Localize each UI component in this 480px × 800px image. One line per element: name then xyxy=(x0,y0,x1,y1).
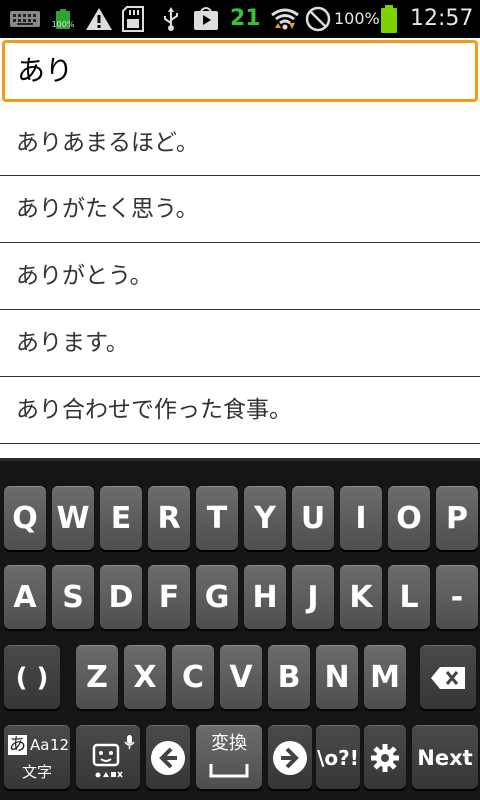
symbols-key[interactable]: \o?! xyxy=(316,725,360,789)
convert-space-key[interactable]: 変換 xyxy=(196,725,262,789)
keyboard: Q W E R T Y U I O P A S D F G H J K L - … xyxy=(0,458,480,800)
arrow-left-icon xyxy=(151,740,185,775)
key-g[interactable]: G xyxy=(196,565,238,629)
mode-alpha-label: Aa xyxy=(30,736,50,754)
space-icon xyxy=(209,764,249,778)
sd-card-icon xyxy=(120,6,146,32)
key-v[interactable]: V xyxy=(220,645,262,709)
cursor-left-key[interactable] xyxy=(146,725,190,789)
backspace-key[interactable] xyxy=(420,645,476,709)
wifi-icon xyxy=(270,6,300,32)
next-key[interactable]: Next xyxy=(412,725,478,789)
backspace-icon xyxy=(431,666,465,689)
suggestion-item[interactable]: あります。 xyxy=(0,310,480,377)
suggestion-item[interactable]: ありがとう。 xyxy=(0,243,480,310)
key-d[interactable]: D xyxy=(100,565,142,629)
input-mode-key[interactable]: あ Aa 12 文字 xyxy=(4,725,70,789)
search-input[interactable]: あり xyxy=(2,40,478,102)
status-time: 12:57 xyxy=(410,6,474,31)
key-f[interactable]: F xyxy=(148,565,190,629)
key-u[interactable]: U xyxy=(292,486,334,550)
key-hyphen[interactable]: - xyxy=(436,565,478,629)
key-parentheses[interactable]: ( ) xyxy=(4,645,60,709)
key-x[interactable]: X xyxy=(124,645,166,709)
key-z[interactable]: Z xyxy=(76,645,118,709)
settings-key[interactable] xyxy=(364,725,406,789)
suggestion-list: ありあまるほど。 ありがたく思う。 ありがとう。 あります。 あり合わせで作った… xyxy=(0,110,480,444)
suggestion-item[interactable]: ありがたく思う。 xyxy=(0,176,480,243)
key-y[interactable]: Y xyxy=(244,486,286,550)
emoji-mic-icon xyxy=(92,734,135,777)
key-n[interactable]: N xyxy=(316,645,358,709)
no-sim-icon xyxy=(304,6,332,32)
cursor-right-key[interactable] xyxy=(268,725,312,789)
key-i[interactable]: I xyxy=(340,486,382,550)
mode-number-label: 12 xyxy=(50,736,70,754)
key-c[interactable]: C xyxy=(172,645,214,709)
key-w[interactable]: W xyxy=(52,486,94,550)
status-bar: 100% 21 100% 12:57 xyxy=(0,0,480,38)
battery-percent: 100% xyxy=(334,9,380,28)
search-bar: あり xyxy=(0,38,480,110)
key-l[interactable]: L xyxy=(388,565,430,629)
key-t[interactable]: T xyxy=(196,486,238,550)
keyboard-icon xyxy=(8,6,42,32)
mode-kana-label: あ xyxy=(8,735,27,755)
key-j[interactable]: J xyxy=(292,565,334,629)
battery-saver-icon: 100% xyxy=(50,6,76,32)
convert-label: 変換 xyxy=(211,733,247,754)
key-r[interactable]: R xyxy=(148,486,190,550)
key-o[interactable]: O xyxy=(388,486,430,550)
key-h[interactable]: H xyxy=(244,565,286,629)
warning-icon xyxy=(84,6,114,32)
battery-saver-label: 100% xyxy=(51,20,75,29)
notification-count: 21 xyxy=(230,6,261,31)
suggestion-item[interactable]: ありあまるほど。 xyxy=(0,110,480,176)
emoji-voice-key[interactable] xyxy=(76,725,140,789)
key-e[interactable]: E xyxy=(100,486,142,550)
key-k[interactable]: K xyxy=(340,565,382,629)
play-store-icon xyxy=(192,6,220,32)
key-m[interactable]: M xyxy=(364,645,406,709)
battery-icon xyxy=(378,5,400,33)
usb-icon xyxy=(160,6,182,32)
key-b[interactable]: B xyxy=(268,645,310,709)
key-s[interactable]: S xyxy=(52,565,94,629)
suggestion-item[interactable]: あり合わせで作った食事。 xyxy=(0,377,480,444)
key-p[interactable]: P xyxy=(436,486,478,550)
key-a[interactable]: A xyxy=(4,565,46,629)
key-q[interactable]: Q xyxy=(4,486,46,550)
arrow-right-icon xyxy=(273,740,307,775)
gear-icon xyxy=(371,743,399,772)
mode-label: 文字 xyxy=(21,763,52,781)
